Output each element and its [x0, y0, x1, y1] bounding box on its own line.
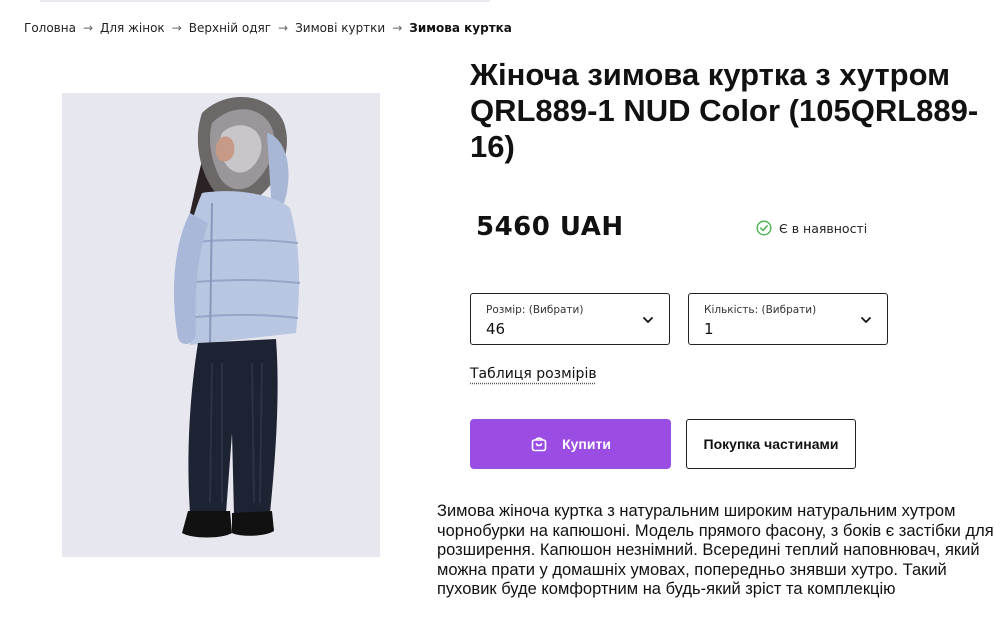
- shopping-bag-icon: [531, 437, 547, 452]
- chevron-down-icon: [643, 317, 653, 323]
- product-title: Жіноча зимова куртка з хутром QRL889-1 N…: [470, 57, 979, 164]
- check-circle-icon: [756, 220, 772, 236]
- chevron-down-icon: [861, 317, 871, 323]
- breadcrumb-home[interactable]: Головна: [24, 21, 76, 35]
- breadcrumb-winter-jackets[interactable]: Зимові куртки: [295, 21, 385, 35]
- size-select-label: Розмір: (Вибрати): [486, 304, 584, 316]
- size-table-link[interactable]: Таблиця розмірів: [470, 366, 597, 382]
- breadcrumb: Головна → Для жінок → Верхній одяг → Зим…: [24, 21, 512, 35]
- product-description: Зимова жіноча куртка з натуральним широк…: [437, 502, 994, 598]
- breadcrumb-arrow-icon: →: [82, 21, 94, 35]
- breadcrumb-arrow-icon: →: [171, 21, 182, 35]
- size-select[interactable]: Розмір: (Вибрати) 46: [470, 293, 670, 345]
- size-select-value: 46: [486, 320, 506, 338]
- quantity-select-value: 1: [704, 320, 714, 338]
- stock-status-text: Є в наявності: [779, 220, 868, 236]
- buy-button-label: Купити: [562, 436, 611, 452]
- installments-button-label: Покупка частинами: [703, 436, 839, 452]
- buy-button[interactable]: Купити: [470, 419, 671, 469]
- breadcrumb-outerwear[interactable]: Верхній одяг: [189, 21, 271, 35]
- installments-button[interactable]: Покупка частинами: [686, 419, 856, 469]
- top-divider: [40, 0, 490, 2]
- quantity-select-label: Кількість: (Вибрати): [704, 304, 817, 316]
- breadcrumb-women[interactable]: Для жінок: [100, 21, 165, 35]
- breadcrumb-current: Зимова куртка: [409, 21, 512, 35]
- product-price: 5460 UAH: [476, 212, 624, 242]
- product-photo[interactable]: [62, 93, 380, 557]
- product-photo-illustration: [62, 93, 380, 557]
- breadcrumb-arrow-icon: →: [392, 21, 403, 35]
- breadcrumb-arrow-icon: →: [278, 21, 289, 35]
- quantity-select[interactable]: Кількість: (Вибрати) 1: [688, 293, 888, 345]
- stock-status: Є в наявності: [756, 220, 867, 236]
